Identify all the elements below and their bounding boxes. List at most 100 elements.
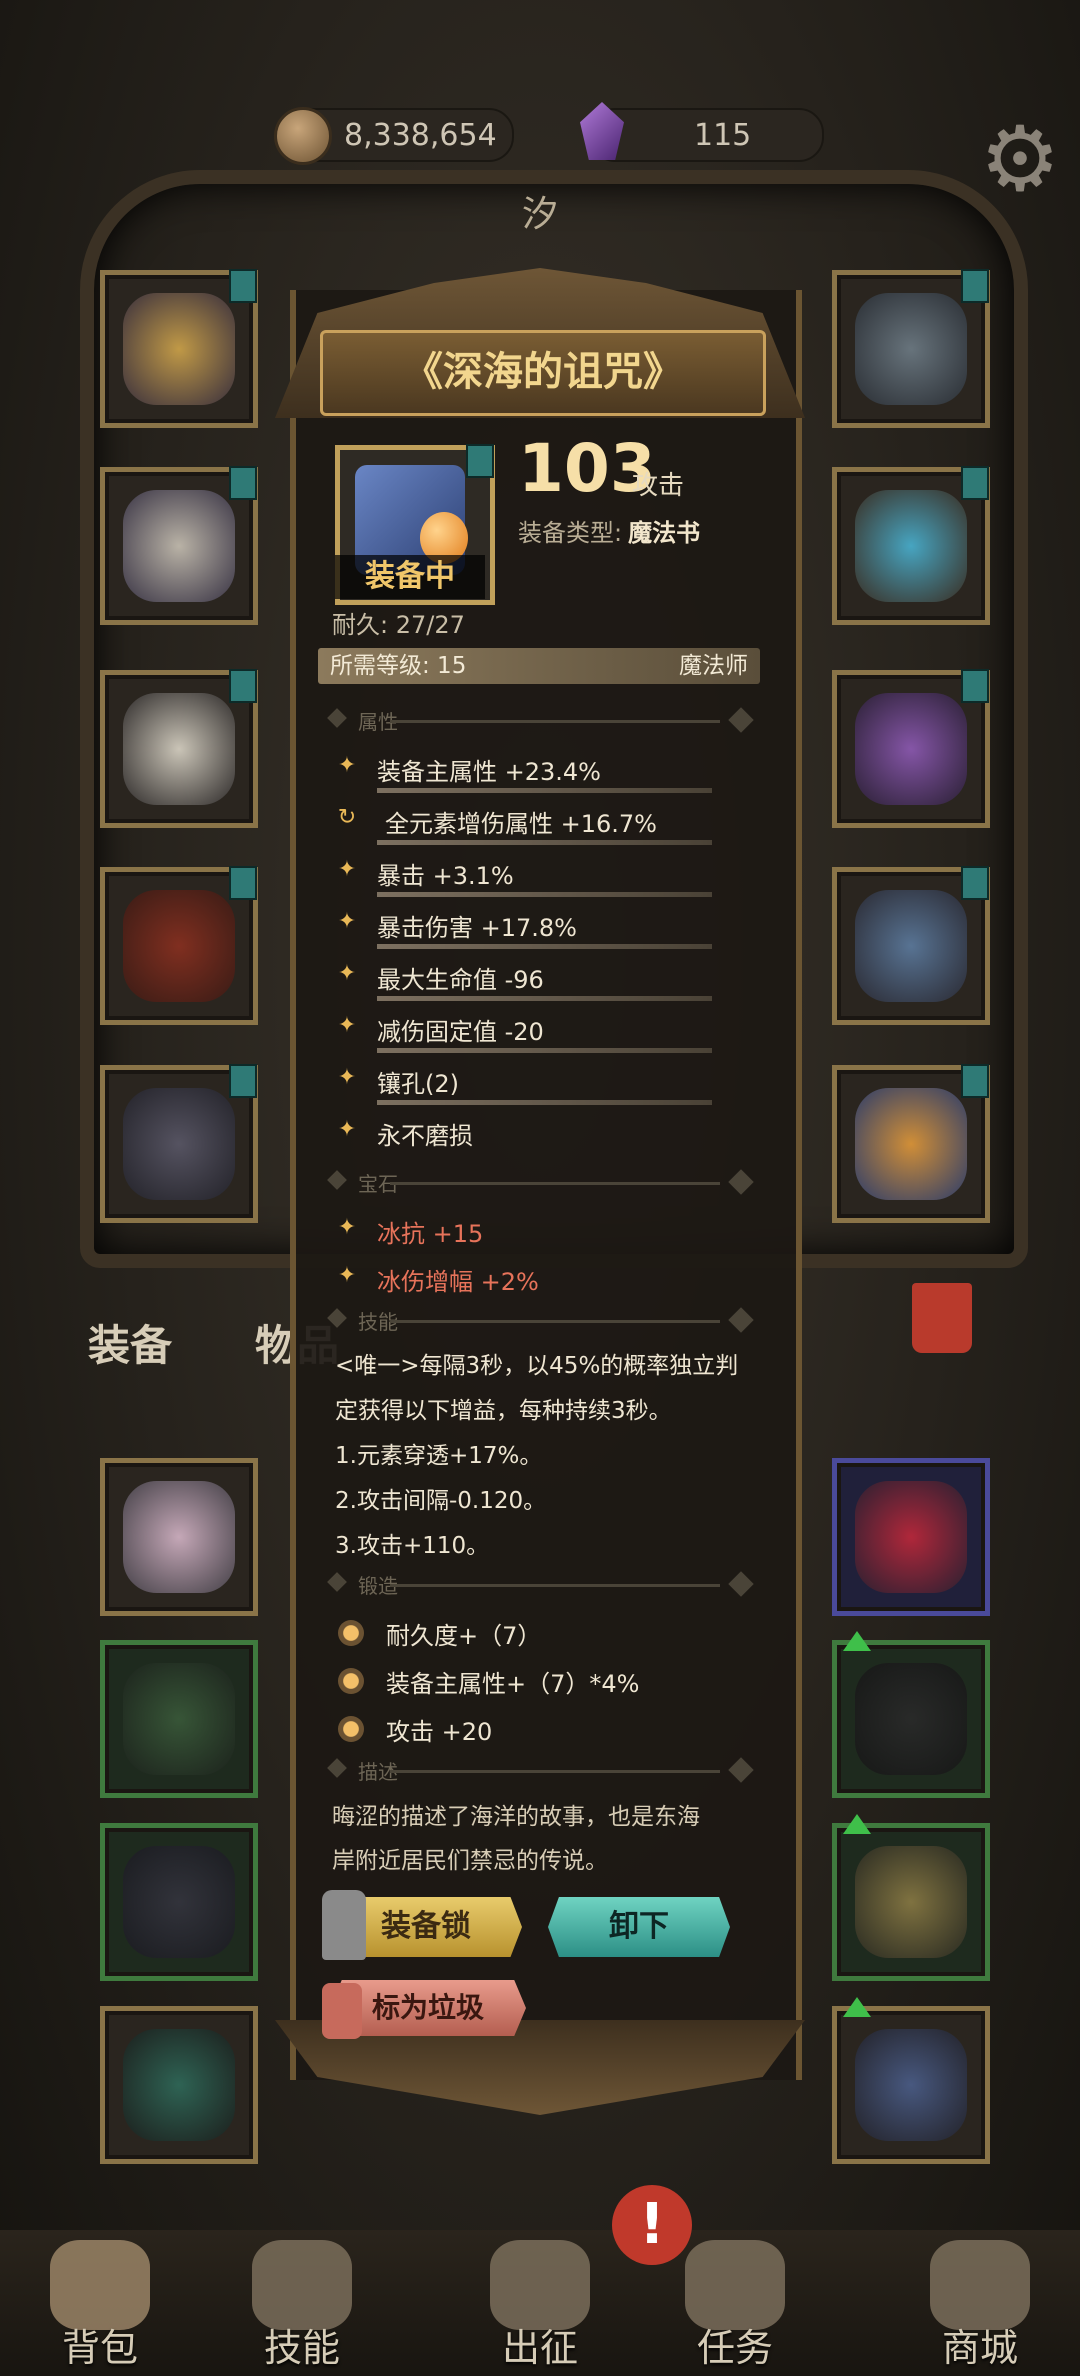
inventory-slot[interactable] <box>100 1458 258 1616</box>
attribute-row: ✦ 暴击伤害 +17.8% <box>335 904 755 954</box>
section-header-gems: 宝石 <box>327 1168 754 1198</box>
attribute-row: ↻ 全元素增伤属性 +16.7% <box>335 800 755 850</box>
requirement-bar: 所需等级: 15 魔法师 <box>318 648 760 684</box>
required-class: 魔法师 <box>679 653 748 679</box>
gem-amount: 115 <box>694 117 752 153</box>
item-description: 晦涩的描述了海洋的故事，也是东海 岸附近居民们禁忌的传说。 <box>332 1795 772 1883</box>
upgrade-arrow-icon <box>843 1631 871 1651</box>
nav-skills[interactable]: 技能 <box>212 2230 392 2376</box>
bookmark-icon <box>961 669 989 703</box>
inventory-slot[interactable] <box>832 1814 990 1981</box>
upgrade-arrow-icon <box>843 1814 871 1834</box>
nav-label: 出征 <box>501 2326 578 2370</box>
star-icon: ✦ <box>337 857 357 882</box>
bookmark-icon <box>229 866 257 900</box>
item-type-value: 魔法书 <box>628 519 701 547</box>
forge-row: 耐久度+（7） <box>338 1612 758 1658</box>
required-level: 所需等级: 15 <box>330 653 467 679</box>
description-line: 岸附近居民们禁忌的传说。 <box>332 1848 608 1874</box>
star-icon: ✦ <box>337 961 357 986</box>
inventory-slot[interactable] <box>832 1458 990 1616</box>
bookmark-icon <box>229 269 257 303</box>
skill-line: 定获得以下增益，每种持续3秒。 <box>335 1398 672 1424</box>
settings-gear-icon[interactable]: ⚙ <box>975 115 1065 205</box>
attribute-row: ✦ 永不磨损 <box>335 1112 755 1162</box>
equipped-status: 装备中 <box>335 555 485 599</box>
gold-counter: 8,338,654 <box>274 107 514 165</box>
equip-slot-necklace[interactable] <box>832 269 990 428</box>
lock-icon <box>322 1890 366 1960</box>
star-icon: ✦ <box>337 1263 357 1288</box>
character-tab[interactable]: 汐 <box>480 185 600 245</box>
gem-attribute-row: ✦ 冰伤增幅 +2% <box>335 1258 755 1308</box>
inventory-slot[interactable] <box>832 1997 990 2164</box>
skill-line: 1.元素穿透+17%。 <box>335 1443 543 1469</box>
inventory-slot[interactable] <box>100 1640 258 1798</box>
item-power-unit: 攻击 <box>632 471 685 501</box>
attribute-row: ✦ 最大生命值 -96 <box>335 956 755 1006</box>
forge-dot-icon <box>338 1668 364 1694</box>
trash-bin-icon[interactable] <box>912 1283 972 1353</box>
nav-battle[interactable]: 出征 <box>450 2230 630 2376</box>
equip-slot-helmet[interactable] <box>100 269 258 428</box>
star-icon: ✦ <box>337 1117 357 1142</box>
equip-slot-pants[interactable] <box>100 866 258 1025</box>
tab-equipment[interactable]: 装备 <box>88 1312 172 1373</box>
nav-label: 商城 <box>941 2326 1018 2370</box>
star-icon: ✦ <box>337 753 357 778</box>
item-name: 《深海的诅咒》 <box>320 330 766 416</box>
equip-slot-book[interactable] <box>832 1064 990 1223</box>
item-type-label: 装备类型: <box>518 519 623 547</box>
bookmark-icon <box>229 1064 257 1098</box>
gold-amount: 8,338,654 <box>344 117 497 153</box>
item-type-row: 装备类型: 魔法书 <box>518 513 700 548</box>
trash-icon <box>322 1983 362 2039</box>
inventory-slot[interactable] <box>100 2006 258 2164</box>
bookmark-icon <box>229 466 257 500</box>
section-header-attributes: 属性 <box>327 706 754 736</box>
alert-badge: ! <box>612 2185 692 2265</box>
section-header-skills: 技能 <box>327 1306 754 1336</box>
bookmark-icon <box>961 466 989 500</box>
equip-slot-boots[interactable] <box>100 1064 258 1223</box>
unequip-button[interactable]: 卸下 <box>548 1897 730 1957</box>
skill-line: <唯一>每隔3秒，以45%的概率独立判 <box>335 1353 739 1379</box>
skill-line: 3.攻击+110。 <box>335 1533 490 1559</box>
gem-attribute-row: ✦ 冰抗 +15 <box>335 1210 755 1260</box>
skill-description: <唯一>每隔3秒，以45%的概率独立判 定获得以下增益，每种持续3秒。 1.元素… <box>335 1344 775 1569</box>
bookmark-icon <box>229 669 257 703</box>
gem-counter: 115 <box>580 102 824 162</box>
nav-label: 技能 <box>263 2326 340 2370</box>
attribute-row: ✦ 减伤固定值 -20 <box>335 1008 755 1058</box>
description-line: 晦涩的描述了海洋的故事，也是东海 <box>332 1804 700 1830</box>
forge-dot-icon <box>338 1716 364 1742</box>
attribute-row: ✦ 镶孔(2) <box>335 1060 755 1110</box>
equip-slot-offhand[interactable] <box>832 669 990 828</box>
equip-slot-weapon[interactable] <box>832 866 990 1025</box>
upgrade-arrow-icon <box>843 1997 871 2017</box>
inventory-slot[interactable] <box>100 1823 258 1981</box>
bookmark-icon <box>961 1064 989 1098</box>
bookmark-icon <box>466 444 494 478</box>
skill-line: 2.攻击间隔-0.120。 <box>335 1488 547 1514</box>
equip-slot-armor[interactable] <box>100 466 258 625</box>
inventory-slot[interactable] <box>832 1631 990 1798</box>
star-icon: ✦ <box>337 1065 357 1090</box>
equip-slot-gloves[interactable] <box>100 669 258 828</box>
nav-label: 背包 <box>61 2326 138 2370</box>
attribute-row: ✦ 暴击 +3.1% <box>335 852 755 902</box>
equip-slot-ring[interactable] <box>832 466 990 625</box>
nav-label: 任务 <box>696 2326 773 2370</box>
forge-dot-icon <box>338 1620 364 1646</box>
nav-shop[interactable]: 商城 <box>890 2230 1070 2376</box>
forge-row: 攻击 +20 <box>338 1708 758 1754</box>
bottom-nav: 背包 技能 出征 任务 商城 <box>0 2230 1080 2376</box>
coin-icon <box>274 107 332 165</box>
bookmark-icon <box>961 269 989 303</box>
attribute-row: ✦ 装备主属性 +23.4% <box>335 748 755 798</box>
nav-backpack[interactable]: 背包 <box>10 2230 190 2376</box>
item-durability: 耐久: 27/27 <box>332 611 465 639</box>
star-icon: ✦ <box>337 1013 357 1038</box>
cycle-icon: ↻ <box>337 805 357 830</box>
star-icon: ✦ <box>337 1215 357 1240</box>
